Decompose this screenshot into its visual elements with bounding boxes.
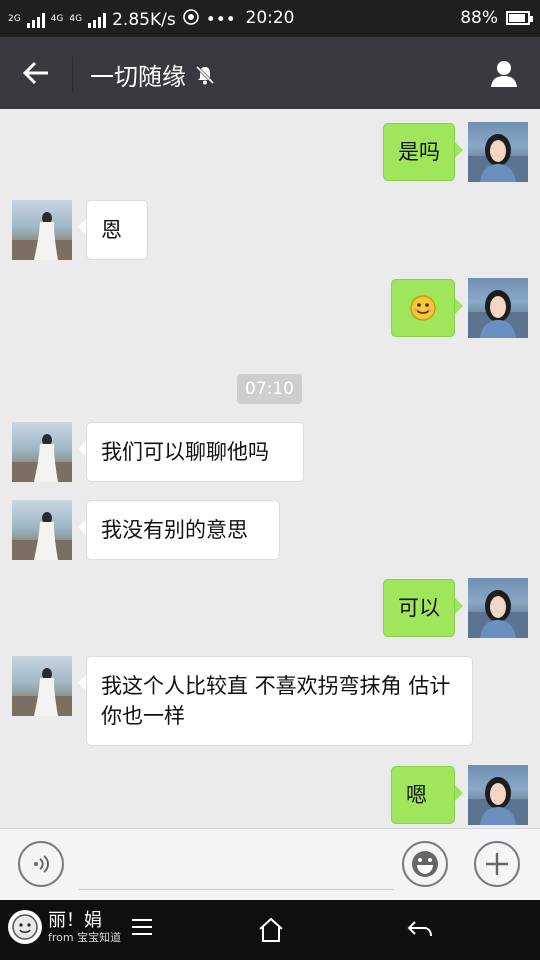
back-nav-button[interactable] [400, 912, 440, 948]
message-bubble-other[interactable]: 恩 [78, 200, 148, 260]
back-curve-icon [407, 921, 432, 937]
watermark: 丽！娟 from 宝宝知道 [8, 910, 153, 944]
message-input[interactable] [78, 843, 394, 890]
battery-icon [506, 11, 533, 25]
message-text: 我没有别的意思 [101, 518, 248, 542]
more-functions-button[interactable] [474, 841, 520, 887]
message-bubble-other[interactable]: 我这个人比较直 不喜欢拐弯抹角 估计你也一样 [78, 656, 473, 746]
timestamp-text: 07:10 [245, 379, 294, 399]
message-text: 我这个人比较直 不喜欢拐弯抹角 估计你也一样 [101, 674, 451, 728]
message-timestamp: 07:10 [237, 374, 302, 404]
avatar-contact-image [12, 212, 72, 260]
message-row-other: 我没有别的意思 [0, 500, 540, 560]
avatar-contact[interactable] [12, 200, 72, 260]
person-icon [491, 61, 517, 87]
message-text: 是吗 [398, 140, 440, 164]
voice-button[interactable] [18, 841, 64, 887]
header-divider [72, 57, 73, 91]
message-row-self: 是吗 [0, 122, 540, 182]
status-bar: 2G 4G 4G 2.85K/s ••• 20:20 88% [0, 0, 540, 37]
avatar-self[interactable] [468, 278, 528, 338]
menu-lines-icon [132, 919, 153, 935]
home-icon [259, 917, 283, 942]
avatar-self-image [468, 134, 528, 182]
message-bubble-other[interactable]: 我没有别的意思 [78, 500, 280, 560]
message-row-self: 🙂 [0, 278, 540, 338]
watermark-name: 丽！娟 [48, 909, 102, 931]
message-row-self: 嗯 [0, 765, 540, 825]
message-bubble-self[interactable]: 嗯 [391, 766, 463, 824]
message-list[interactable]: 是吗 恩 07:10 我们可以聊聊他吗 我没有别的意思 可以 我这个人比较直 不… [0, 109, 540, 828]
clock: 20:20 [245, 8, 295, 28]
message-text: 嗯 [406, 783, 427, 807]
message-row-other: 我这个人比较直 不喜欢拐弯抹角 估计你也一样 [0, 656, 540, 748]
message-bubble-self[interactable]: 🙂 [391, 279, 463, 337]
composer-bar [0, 828, 540, 900]
message-row-self: 可以 [0, 578, 540, 638]
back-arrow-icon [22, 61, 48, 85]
message-text: 可以 [398, 596, 440, 620]
home-button[interactable] [251, 912, 291, 948]
message-bubble-self[interactable]: 可以 [383, 579, 463, 637]
back-button[interactable] [14, 51, 58, 95]
voice-icon [34, 855, 49, 873]
message-text: 恩 [101, 218, 122, 242]
avatar-contact[interactable] [12, 500, 72, 560]
avatar-self[interactable] [468, 122, 528, 182]
message-row-other: 恩 [0, 200, 540, 260]
smiley-emoji-icon [410, 295, 436, 321]
avatar-contact[interactable] [12, 422, 72, 482]
emoji-icon [412, 851, 438, 877]
emoji-button[interactable] [402, 841, 448, 887]
message-bubble-other[interactable]: 我们可以聊聊他吗 [78, 422, 304, 482]
baby-logo-icon [8, 910, 42, 944]
avatar-self[interactable] [468, 765, 528, 825]
battery-percent: 88% [460, 8, 498, 28]
system-nav-bar: 丽！娟 from 宝宝知道 [0, 900, 540, 960]
chat-title: 一切随缘 [90, 57, 216, 92]
message-text: 我们可以聊聊他吗 [101, 440, 269, 464]
avatar-self[interactable] [468, 578, 528, 638]
watermark-source: from 宝宝知道 [48, 930, 122, 944]
plus-icon [486, 853, 508, 875]
message-bubble-self[interactable]: 是吗 [383, 123, 463, 181]
contact-name: 一切随缘 [90, 63, 186, 91]
bell-muted-icon [195, 65, 215, 84]
chat-header: 一切随缘 [0, 37, 540, 109]
profile-button[interactable] [482, 51, 526, 95]
message-row-other: 我们可以聊聊他吗 [0, 422, 540, 482]
avatar-contact[interactable] [12, 656, 72, 716]
